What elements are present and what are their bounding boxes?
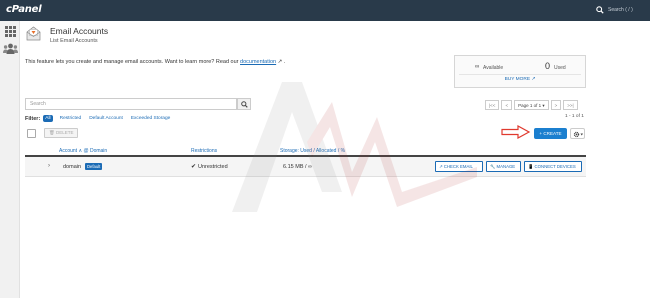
first-page-button[interactable]: |<< <box>485 100 500 110</box>
search-input[interactable] <box>26 99 236 109</box>
sidebar <box>0 21 20 298</box>
prev-page-button[interactable]: < <box>501 100 513 110</box>
search-icon[interactable] <box>596 6 604 14</box>
expand-chevron-icon[interactable]: › <box>48 163 50 169</box>
page-title: Email Accounts <box>50 26 109 36</box>
default-badge: Default <box>85 163 103 170</box>
cpanel-logo[interactable]: cPanel <box>6 4 42 15</box>
users-icon[interactable] <box>3 43 18 54</box>
table-row[interactable]: › domain Default ✔ Unrestricted 6.15 MB … <box>25 157 586 177</box>
check-email-button[interactable]: ↗ CHECK EMAIL <box>435 161 483 172</box>
tools-grid-icon[interactable] <box>5 26 16 37</box>
top-bar: cPanel Search ( / ) <box>0 0 650 21</box>
account-stats-box: ∞ Available 0 Used BUY MORE ↗ <box>454 55 586 88</box>
buy-more-link[interactable]: BUY MORE ↗ <box>455 77 585 82</box>
filter-label: Filter: <box>25 115 41 122</box>
filter-restricted[interactable]: Restricted <box>60 116 82 121</box>
storage-column-header[interactable]: Storage: Used / Allocated / % <box>280 148 345 154</box>
restriction-status: Unrestricted <box>198 164 228 170</box>
documentation-link[interactable]: documentation <box>240 59 276 65</box>
page-subtitle: List Email Accounts <box>50 38 98 44</box>
main-content: Email Accounts List Email Accounts This … <box>20 21 650 298</box>
delete-button[interactable]: 🗑 DELETE <box>44 128 78 138</box>
page-select[interactable]: Page 1 of 1 ▾ <box>514 100 549 110</box>
infinity-icon: ∞ <box>475 64 480 70</box>
last-page-button[interactable]: >>| <box>563 100 578 110</box>
used-count: 0 <box>545 61 551 71</box>
restrictions-column-header[interactable]: Restrictions <box>191 148 217 154</box>
manage-button[interactable]: 🔧 MANAGE <box>486 161 521 172</box>
email-accounts-icon <box>26 26 41 41</box>
settings-dropdown-button[interactable] <box>570 128 585 139</box>
table-header: Account ∧ @ Domain Restrictions Storage:… <box>25 144 586 157</box>
filter-all[interactable]: All <box>43 115 53 122</box>
storage-usage: 6.15 MB / ∞ <box>283 164 312 170</box>
gear-icon <box>573 131 583 138</box>
checkmark-icon: ✔ <box>191 164 197 170</box>
account-domain: domain <box>63 164 82 170</box>
available-label: Available <box>483 65 504 71</box>
global-search-label[interactable]: Search ( / ) <box>608 7 633 13</box>
stats-divider <box>459 74 581 75</box>
search-icon <box>241 101 248 108</box>
filter-bar: Filter: All Restricted Default Account E… <box>25 115 178 122</box>
filter-default-account[interactable]: Default Account <box>89 116 123 121</box>
next-page-button[interactable]: > <box>550 100 562 110</box>
pagination: |<< < Page 1 of 1 ▾ > >>| <box>485 100 580 110</box>
select-all-checkbox[interactable] <box>27 129 36 138</box>
search-button[interactable] <box>237 98 251 110</box>
create-button[interactable]: + CREATE <box>534 128 567 139</box>
result-count: 1 - 1 of 1 <box>565 114 584 119</box>
connect-devices-button[interactable]: 📱 CONNECT DEVICES <box>524 161 582 172</box>
hint-arrow-icon <box>501 125 531 139</box>
used-label: Used <box>554 65 566 71</box>
search-field[interactable] <box>25 98 237 110</box>
intro-text: This feature lets you create and manage … <box>25 59 286 65</box>
filter-exceeded-storage[interactable]: Exceeded Storage <box>131 116 170 121</box>
account-column-header[interactable]: Account ∧ @ Domain <box>59 148 107 154</box>
